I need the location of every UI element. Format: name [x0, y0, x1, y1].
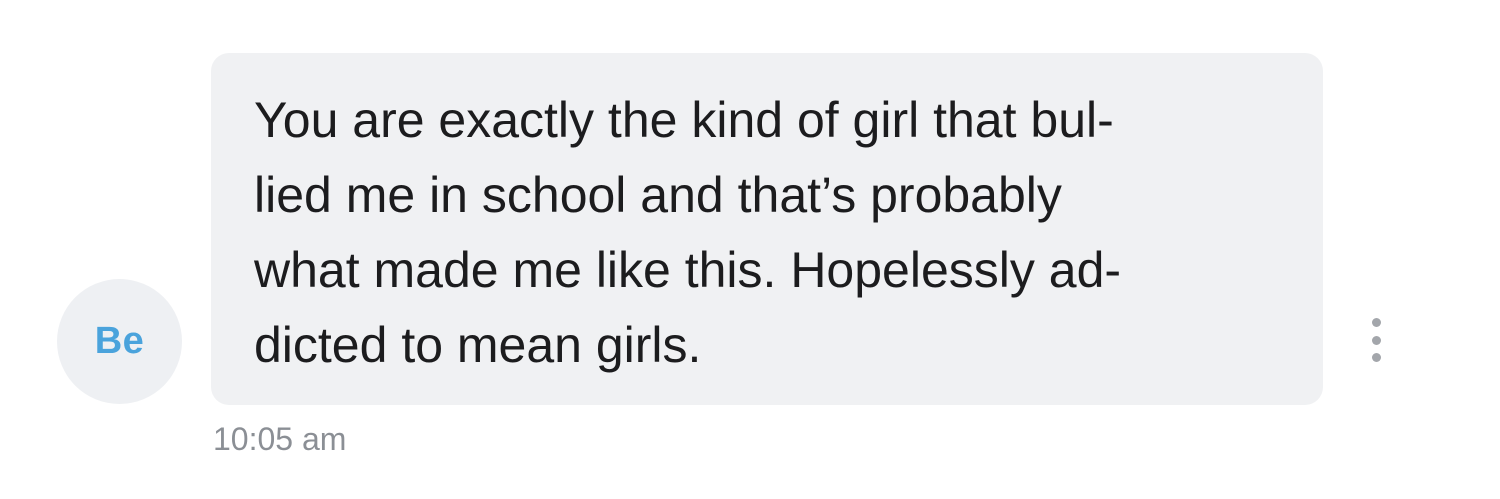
avatar-initials: Be — [94, 320, 145, 362]
more-dot — [1371, 318, 1381, 327]
message-line: what made me like this. Hopelessly ad- — [254, 242, 1122, 298]
message-line: dicted to mean girls. — [254, 317, 702, 373]
more-options-icon[interactable] — [1363, 318, 1389, 362]
more-dot — [1371, 335, 1381, 345]
message-timestamp: 10:05 am — [213, 421, 347, 457]
message-bubble[interactable]: You are exactly the kind of girl that bu… — [211, 53, 1323, 405]
message-line: lied me in school and that’s probably — [254, 167, 1062, 223]
message-line: You are exactly the kind of girl that bu… — [254, 92, 1114, 148]
sender-avatar[interactable]: Be — [57, 279, 182, 404]
more-dot — [1371, 353, 1381, 362]
